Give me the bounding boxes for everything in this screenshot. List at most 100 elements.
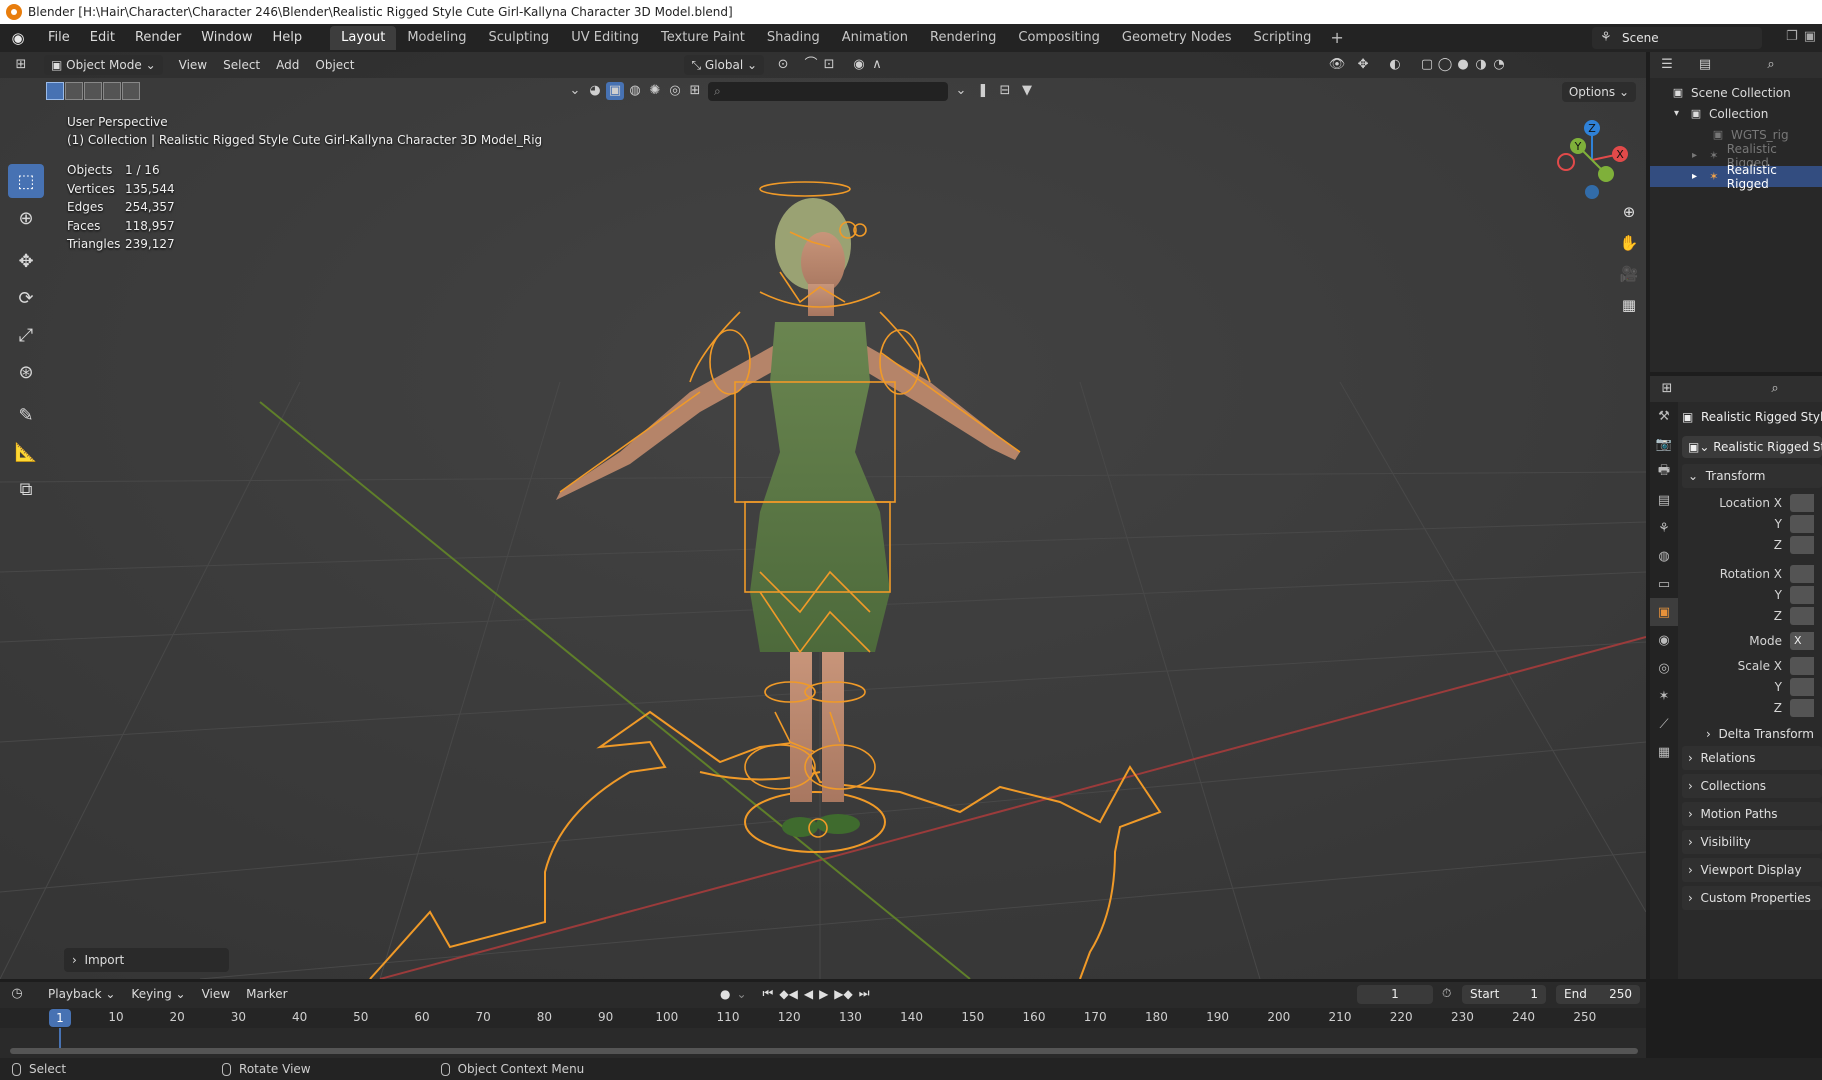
editor-type-icon[interactable]: ⊞ (12, 56, 30, 74)
visibility-section-header[interactable]: › Visibility (1682, 830, 1822, 854)
falloff-icon[interactable]: ∧ (868, 56, 886, 74)
rotation-z-field[interactable] (1790, 606, 1814, 625)
menu-marker[interactable]: Marker (238, 984, 295, 1004)
menu-window[interactable]: Window (191, 24, 262, 52)
menu-render[interactable]: Render (125, 24, 191, 52)
bookmark-icon[interactable]: ❚ (974, 82, 992, 100)
select-extend-icon[interactable] (65, 82, 83, 100)
menu-edit[interactable]: Edit (80, 24, 125, 52)
wireframe-shading-icon[interactable]: ◯ (1436, 56, 1454, 74)
camera-filter-icon[interactable]: ⊞ (686, 82, 704, 100)
render-tab-icon[interactable]: 📷 (1650, 430, 1678, 458)
outliner-scene-collection[interactable]: ▣ Scene Collection (1650, 82, 1822, 103)
filter-icon[interactable]: ▼ (1018, 82, 1036, 100)
menu-keying[interactable]: Keying ⌄ (123, 984, 193, 1004)
select-new-icon[interactable] (46, 82, 64, 100)
select-box-tool-icon[interactable]: ⬚ (8, 164, 44, 198)
armature-data-tab-icon[interactable]: ✶ (1650, 682, 1678, 710)
blender-menu-icon[interactable]: ◉ (8, 29, 28, 47)
playhead-frame[interactable]: 1 (49, 1009, 71, 1027)
mode-selector[interactable]: ▣ Object Mode ⌄ (44, 55, 163, 75)
menu-object[interactable]: Object (307, 55, 362, 75)
scale-y-field[interactable] (1790, 677, 1814, 696)
select-difference-icon[interactable] (103, 82, 121, 100)
tab-layout[interactable]: Layout (330, 26, 397, 50)
relations-section-header[interactable]: › Relations (1682, 746, 1822, 770)
move-tool-icon[interactable]: ✥ (8, 244, 44, 278)
delta-transform-subsection[interactable]: › Delta Transform (1682, 722, 1822, 746)
rotation-y-field[interactable] (1790, 585, 1814, 604)
search-icon[interactable]: ⌕ (1766, 380, 1784, 398)
snap-target-icon[interactable]: ⊡ (820, 56, 838, 74)
ortho-toggle-icon[interactable]: ▦ (1616, 292, 1642, 318)
texture-tab-icon[interactable]: ▦ (1650, 738, 1678, 766)
chevron-down-icon[interactable]: ⌄ (736, 987, 746, 1001)
select-intersect-icon[interactable] (122, 82, 140, 100)
menu-timeline-view[interactable]: View (194, 984, 238, 1004)
physics-tab-icon[interactable]: ◎ (1650, 654, 1678, 682)
tab-shading[interactable]: Shading (756, 26, 831, 50)
camera-view-icon[interactable]: 🎥 (1616, 261, 1642, 287)
mesh-filter-icon[interactable]: ▣ (606, 82, 624, 100)
navigation-gizmo[interactable]: Z X Y (1548, 114, 1638, 204)
timeline-scrollbar[interactable] (10, 1048, 1638, 1054)
scene-selector[interactable]: ⚘ Scene (1592, 27, 1762, 49)
tab-modeling[interactable]: Modeling (396, 26, 477, 50)
viewport-display-section-header[interactable]: › Viewport Display (1682, 858, 1822, 882)
collections-section-header[interactable]: › Collections (1682, 774, 1822, 798)
scale-tool-icon[interactable]: ⤢ (8, 318, 44, 352)
snap-icon[interactable]: ⌒ (802, 56, 820, 74)
stopwatch-icon[interactable]: ⏱ (1442, 986, 1451, 1001)
collection-tab-icon[interactable]: ▭ (1650, 570, 1678, 598)
rendered-shading-icon[interactable]: ◔ (1490, 56, 1508, 74)
chevron-down-icon[interactable]: ⌄ (566, 82, 584, 100)
chevron-down-icon[interactable]: ▾ (1674, 108, 1688, 119)
viewport-search-input[interactable]: ⌕ (708, 82, 948, 101)
play-icon[interactable]: ▶ (819, 987, 828, 1001)
solid-shading-icon[interactable]: ● (1454, 56, 1472, 74)
scene-tab-icon[interactable]: ⚘ (1650, 514, 1678, 542)
hand-pan-icon[interactable]: ✋ (1616, 230, 1642, 256)
motion-paths-section-header[interactable]: › Motion Paths (1682, 802, 1822, 826)
timeline-ruler[interactable]: 1 10 20 30 40 50 60 70 80 90 100 110 120 130 140 150 16… (0, 1008, 1646, 1028)
material-shading-icon[interactable]: ◑ (1472, 56, 1490, 74)
transform-section-header[interactable]: ⌄ Transform (1682, 464, 1822, 488)
start-frame-field[interactable]: Start 1 (1462, 985, 1546, 1004)
location-z-field[interactable] (1790, 535, 1814, 554)
properties-editor-icon[interactable]: ⊞ (1658, 380, 1676, 398)
menu-file[interactable]: File (38, 24, 80, 52)
tab-rendering[interactable]: Rendering (919, 26, 1007, 50)
tab-compositing[interactable]: Compositing (1007, 26, 1111, 50)
options-dropdown[interactable]: Options ⌄ (1561, 82, 1636, 102)
pivot-point-icon[interactable]: ⊙ (774, 56, 792, 74)
next-keyframe-icon[interactable]: ▶◆ (834, 987, 852, 1001)
play-reverse-icon[interactable]: ◀ (804, 987, 813, 1001)
search-icon[interactable]: ⌕ (1762, 56, 1780, 74)
menu-help[interactable]: Help (263, 24, 313, 52)
cursor-tool-icon[interactable]: ⊕ (8, 201, 44, 235)
menu-select[interactable]: Select (215, 55, 268, 75)
timeline-editor-icon[interactable]: ◷ (8, 985, 26, 1003)
new-scene-icon[interactable]: ❐ (1786, 29, 1798, 44)
tab-sculpting[interactable]: Sculpting (477, 26, 560, 50)
transform-orientation-dropdown[interactable]: ⤡ Global ⌄ (684, 55, 765, 75)
tab-animation[interactable]: Animation (831, 26, 919, 50)
location-x-field[interactable] (1790, 493, 1814, 512)
overlays-icon[interactable]: ◐ (1386, 56, 1404, 74)
current-frame-field[interactable]: 1 (1357, 985, 1433, 1004)
zoom-icon[interactable]: ⊕ (1616, 199, 1642, 225)
record-icon[interactable]: ● (720, 987, 730, 1001)
measure-tool-icon[interactable]: 📐 (8, 435, 44, 469)
world-filter-icon[interactable]: ◎ (666, 82, 684, 100)
modifier-tab-icon[interactable]: ◉ (1650, 626, 1678, 654)
tab-uv-editing[interactable]: UV Editing (560, 26, 650, 50)
visibility-icon[interactable]: 👁 (1328, 56, 1346, 74)
layout-icon[interactable]: ⊟ (996, 82, 1014, 100)
output-tab-icon[interactable]: 🖶 (1650, 458, 1678, 486)
display-mode-icon[interactable]: ▤ (1696, 56, 1714, 74)
end-frame-field[interactable]: End 250 (1556, 985, 1640, 1004)
xray-icon[interactable]: ▢ (1418, 56, 1436, 74)
select-subtract-icon[interactable] (84, 82, 102, 100)
jump-start-icon[interactable]: ⏮ (763, 986, 774, 1001)
tab-scripting[interactable]: Scripting (1243, 26, 1323, 50)
